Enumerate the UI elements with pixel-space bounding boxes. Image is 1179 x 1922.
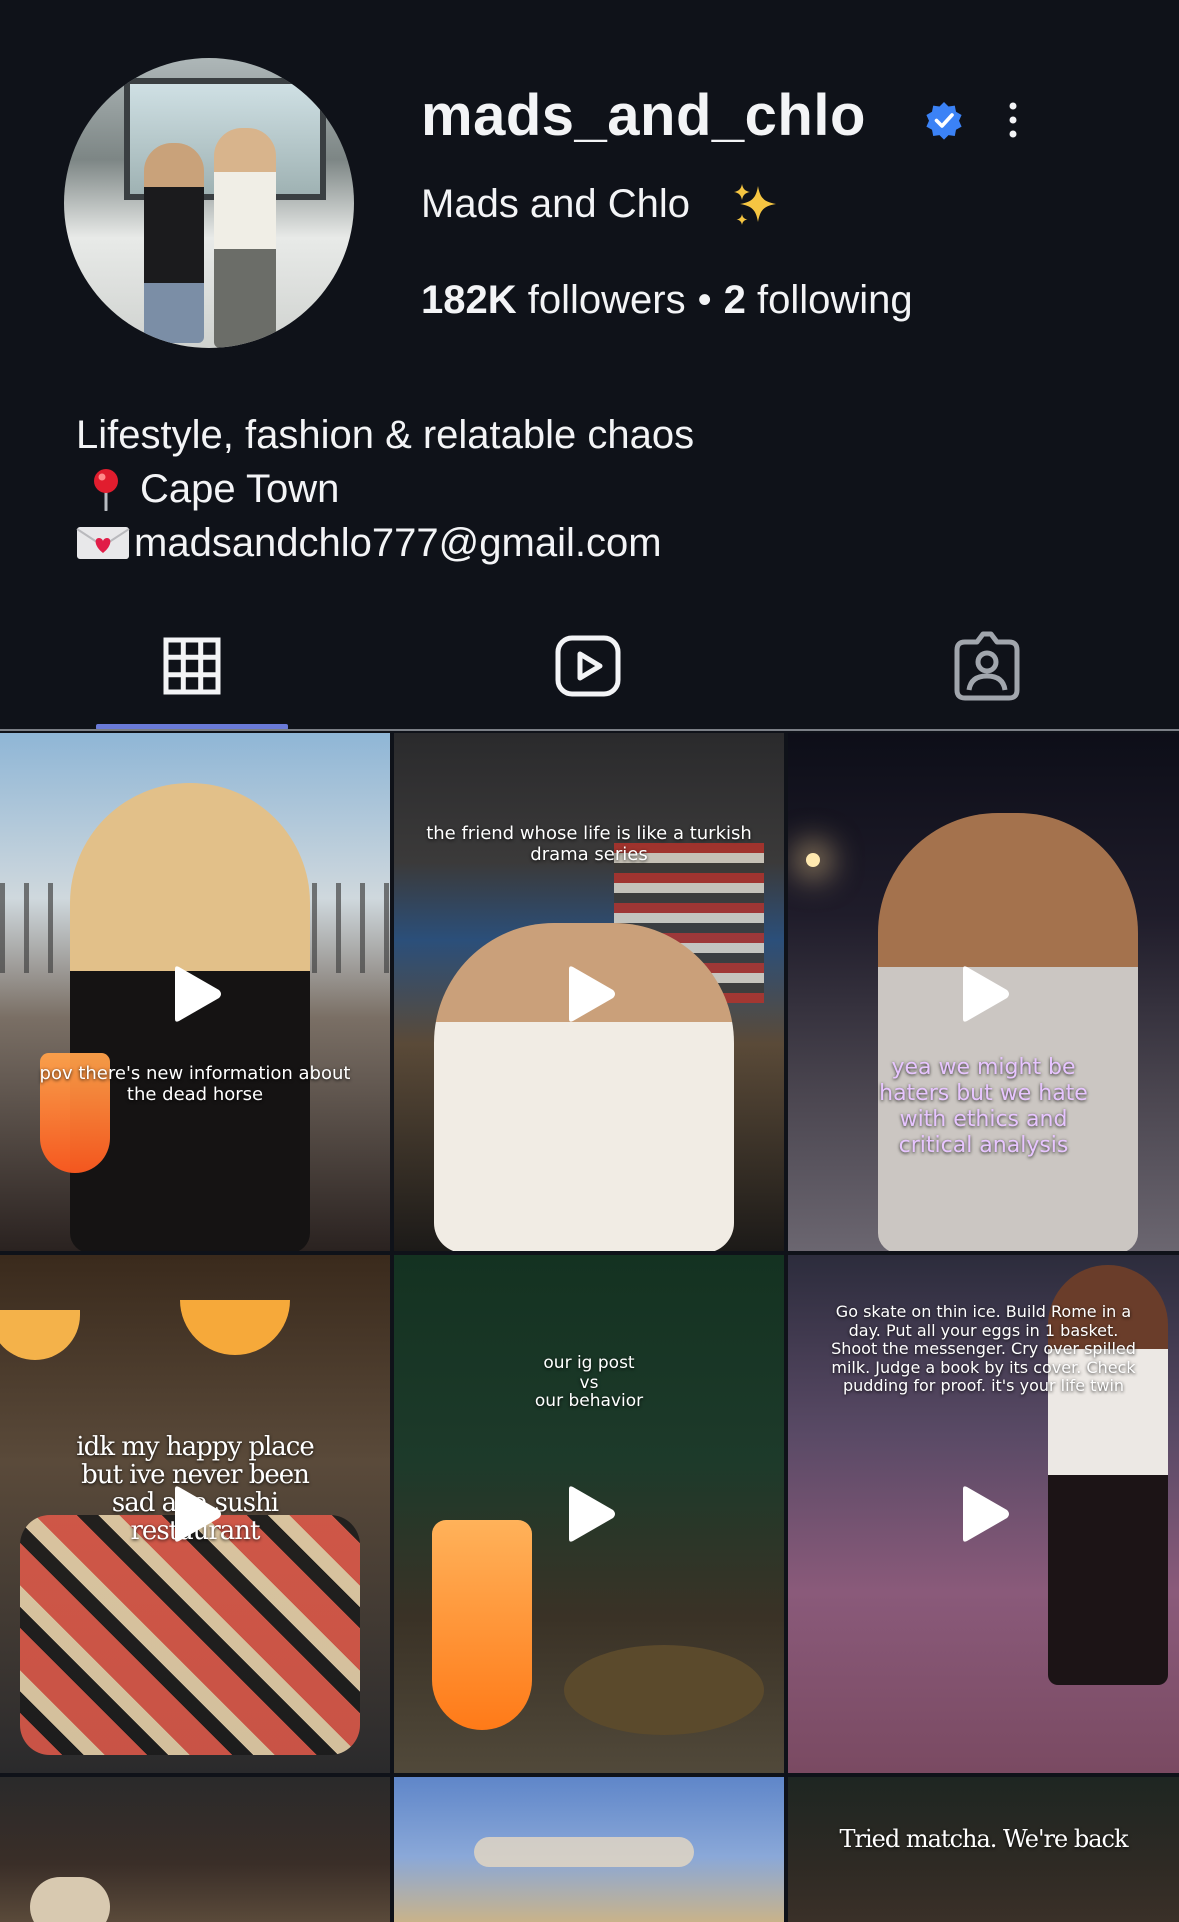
play-icon [963,966,1009,1022]
post-tile[interactable]: Tried matcha. We're back [788,1777,1179,1922]
bio-location: Cape Town [76,462,694,516]
tabs-divider [0,729,1179,731]
post-caption: pov there's new information about the de… [39,1063,351,1105]
post-tile[interactable]: Go skate on thin ice. Build Rome in a da… [788,1255,1179,1773]
post-tile[interactable]: yea we might be haters but we hate with … [788,733,1179,1251]
profile-avatar[interactable] [64,58,354,348]
following-link[interactable]: 2 following [724,278,913,322]
post-tile[interactable]: the friend whose life is like a turkish … [394,733,784,1251]
post-cloud [474,1837,694,1867]
play-icon [569,966,615,1022]
post-caption: the friend whose life is like a turkish … [426,823,752,865]
bio-email[interactable]: madsandchlo777@gmail.com [76,516,694,570]
post-tile[interactable] [0,1777,390,1922]
following-count: 2 [723,278,746,322]
play-icon [569,1486,615,1542]
profile-bio: Lifestyle, fashion & relatable chaos Cap… [76,408,694,570]
post-orange-drink [432,1520,532,1730]
post-streetlight [806,853,820,867]
avatar-person-right [214,128,276,348]
followers-label: followers [527,278,686,322]
post-object [30,1877,110,1922]
post-caption-top: our ig post [543,1353,635,1373]
post-person [878,813,1138,1251]
profile-display-name: Mads and Chlo [421,182,691,226]
play-icon [175,1486,221,1542]
post-snack-bowl [564,1645,764,1735]
post-caption: Tried matcha. We're back [839,1825,1129,1853]
profile-username: mads_and_chlo [421,83,866,148]
love-letter-icon [76,527,130,559]
post-tile[interactable]: our ig post vs our behavior [394,1255,784,1773]
post-caption: Go skate on thin ice. Build Rome in a da… [831,1302,1136,1395]
pin-icon [94,469,118,511]
play-icon [963,1486,1009,1542]
followers-count: 182K [421,278,517,322]
grid-icon[interactable] [154,628,230,704]
post-caption-bottom: our behavior [534,1391,644,1411]
reels-icon[interactable] [550,628,626,704]
followers-link[interactable]: 182K followers [421,278,686,322]
profile-tabs [0,610,1179,730]
post-caption: yea we might be haters but we hate with … [879,1055,1088,1158]
more-options-icon[interactable] [1005,100,1021,140]
bio-line: Lifestyle, fashion & relatable chaos [76,413,695,457]
tagged-icon[interactable] [949,628,1025,704]
post-tile[interactable]: idk my happy place but ive never been sa… [0,1255,390,1773]
avatar-person-left [144,143,204,343]
post-tile[interactable]: pov there's new information about the de… [0,733,390,1251]
verified-badge-icon [926,102,962,140]
stats-separator: • [697,278,712,322]
post-sushi-plate [20,1515,360,1755]
play-icon [175,966,221,1022]
post-cocktail [180,1300,290,1355]
bio-email-text[interactable]: madsandchlo777@gmail.com [134,516,662,570]
profile-stats: 182K followers • 2 following [421,278,913,323]
post-tile[interactable] [394,1777,784,1922]
sparkles-icon [734,184,776,225]
bio-location-text: Cape Town [140,467,340,511]
following-label: following [756,278,913,322]
post-cocktail [0,1310,80,1360]
